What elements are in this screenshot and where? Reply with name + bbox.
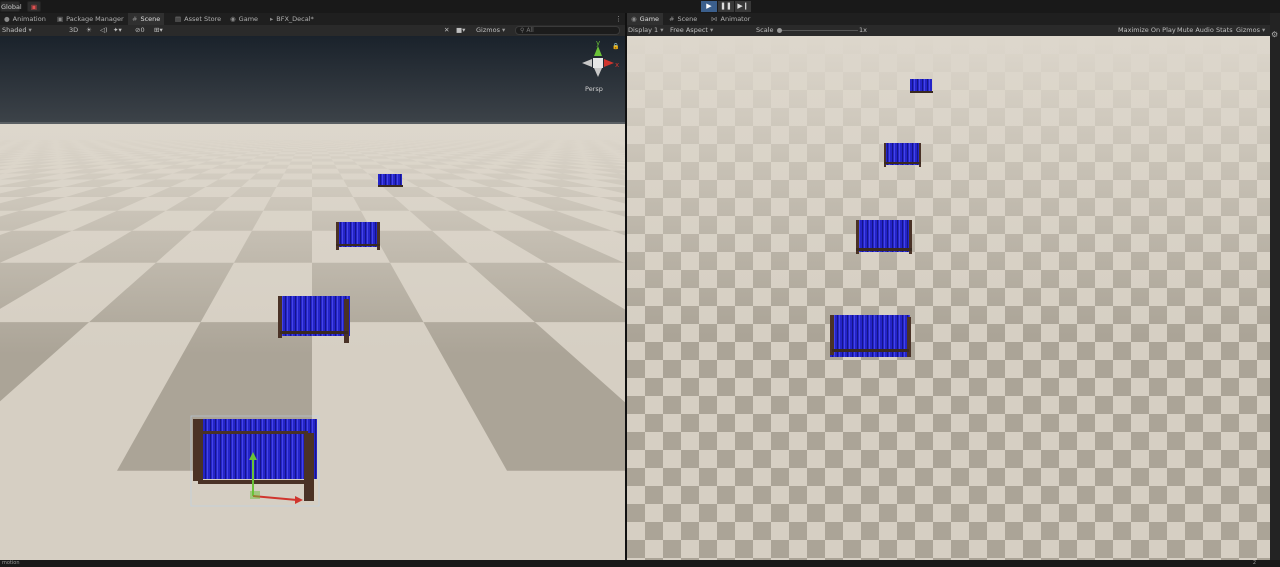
pause-icon[interactable]: ❚❚ [718, 1, 734, 12]
display-label: Display 1 [628, 26, 659, 34]
tab-label: BFX_Decal* [276, 15, 314, 23]
tab-game[interactable]: ◉ Game [226, 13, 262, 25]
hidden-count: 0 [140, 26, 145, 34]
tab-label: Animation [12, 15, 46, 23]
camera-icon[interactable]: ■▾ [456, 25, 465, 36]
fence-far[interactable] [378, 174, 403, 187]
aspect-dropdown[interactable]: Free Aspect [670, 25, 752, 36]
maximize-on-play-toggle[interactable]: Maximize On Play [1118, 25, 1176, 36]
prefab-icon: ▸ [270, 15, 274, 23]
status-left: motion [2, 560, 20, 566]
scale-slider[interactable] [777, 25, 858, 36]
layer-dropdown[interactable]: Global [0, 1, 22, 12]
aspect-label: Free Aspect [670, 26, 708, 34]
scale-label: Scale [756, 26, 774, 34]
shading-label: Shaded [2, 26, 27, 34]
tab-label: Scene [140, 15, 161, 23]
tab-label: Game [238, 15, 259, 23]
scale-value: 1x [859, 26, 867, 34]
tools-icon[interactable]: ✕ [444, 25, 449, 36]
mute-audio-toggle[interactable]: Mute Audio [1177, 25, 1214, 36]
tab-scene[interactable]: # Scene [128, 13, 165, 25]
scene-render: y x 🔒 Persp [0, 36, 625, 560]
fence-near[interactable] [278, 296, 350, 343]
game-icon: ◉ [230, 15, 236, 23]
gizmos-label: Gizmos [476, 26, 500, 34]
grid-icon[interactable]: ⊞▾ [154, 25, 163, 36]
tab-label: Scene [677, 15, 698, 23]
inspector-edge: ⚙ [1270, 13, 1280, 560]
lighting-icon[interactable]: ☀ [86, 25, 92, 36]
stats-toggle[interactable]: Stats [1216, 25, 1233, 36]
tab-animator[interactable]: ⋈ Animator [707, 13, 754, 25]
status-right: 2 [1252, 560, 1256, 566]
game-tab-strip: ◉ Game # Scene ⋈ Animator [627, 13, 1270, 25]
game-fog [627, 36, 1270, 336]
scene-viewport[interactable]: y x 🔒 Persp [0, 36, 625, 560]
display-dropdown[interactable]: Display 1 [628, 25, 664, 36]
fence-mid[interactable] [336, 222, 380, 250]
store-icon: ▤ [175, 15, 182, 23]
tab-label: Game [639, 15, 660, 23]
effects-icon[interactable]: ✦▾ [113, 25, 122, 36]
gizmos-label: Gizmos [1236, 26, 1260, 34]
visibility-icon[interactable]: ⊘0 [135, 25, 145, 36]
search-input[interactable]: ⚲ All [515, 26, 620, 35]
play-icon[interactable]: ▶ [701, 1, 717, 12]
audio-icon[interactable]: ◁) [100, 25, 108, 36]
step-icon[interactable]: ▶❙ [735, 1, 751, 12]
lock-icon[interactable]: 🔒 [612, 42, 619, 50]
tab-game-right[interactable]: ◉ Game [627, 13, 664, 25]
game-fence-1 [910, 79, 933, 93]
gizmos-dropdown-game[interactable]: Gizmos [1236, 25, 1265, 36]
game-fence-4 [830, 315, 911, 357]
tab-bfx-decal[interactable]: ▸ BFX_Decal* [266, 13, 318, 25]
tab-scene-right[interactable]: # Scene [665, 13, 701, 25]
game-render [627, 36, 1270, 560]
projection-label[interactable]: Persp [585, 85, 603, 93]
scene-tab-strip: ● Animation ▣ Package Manager # Scene ▤ Asse… [0, 13, 625, 25]
package-icon: ▣ [57, 15, 64, 23]
tab-label: Package Manager [66, 15, 124, 23]
tab-label: Animator [720, 15, 751, 23]
game-fence-3 [856, 220, 912, 254]
scene-icon: # [132, 15, 138, 23]
settings-icon[interactable]: ⚙ [1271, 30, 1278, 39]
scene-icon: # [669, 15, 675, 23]
search-placeholder: All [526, 27, 534, 34]
more-icon[interactable]: ⋮ [615, 13, 622, 25]
game-fence-2 [884, 143, 921, 167]
game-icon: ◉ [631, 15, 637, 23]
shading-dropdown[interactable]: Shaded [2, 25, 62, 36]
status-bar: motion 2 [0, 560, 1280, 567]
tab-package-manager[interactable]: ▣ Package Manager [53, 13, 128, 25]
axis-x-label: x [615, 61, 619, 69]
animation-icon: ● [4, 15, 10, 23]
2d-toggle[interactable]: 3D [69, 25, 78, 36]
axis-y-label: y [596, 39, 600, 47]
gizmos-dropdown[interactable]: Gizmos [476, 25, 505, 36]
tab-asset-store[interactable]: ▤ Asset Store [171, 13, 225, 25]
tab-animation[interactable]: ● Animation [0, 13, 50, 25]
game-viewport[interactable] [627, 36, 1270, 560]
animator-icon: ⋈ [711, 15, 718, 23]
tab-label: Asset Store [184, 15, 222, 23]
sky [0, 36, 625, 124]
top-toolbar: Global ▣ ▶ ❚❚ ▶❙ [0, 0, 1280, 13]
collab-icon[interactable]: ▣ [27, 1, 41, 12]
